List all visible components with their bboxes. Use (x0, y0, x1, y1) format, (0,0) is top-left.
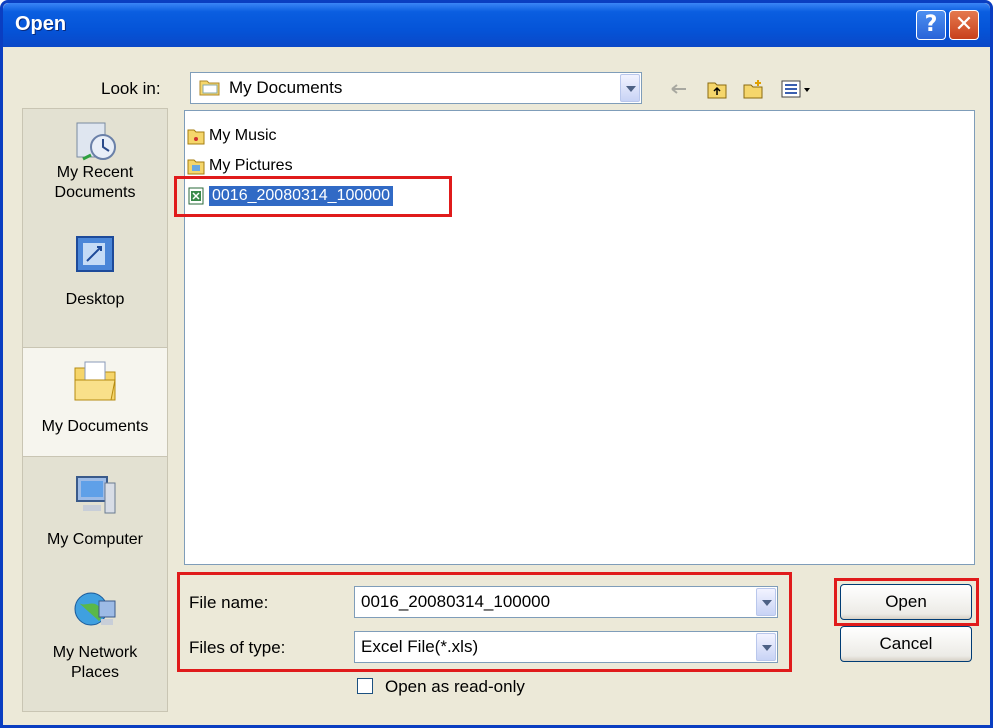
close-button[interactable]: ✕ (949, 10, 979, 40)
new-folder-icon[interactable] (742, 78, 764, 100)
readonly-checkbox[interactable] (357, 678, 373, 694)
help-button[interactable]: ? (916, 10, 946, 40)
place-label: Desktop (65, 291, 125, 308)
place-label: My Network Places (52, 644, 138, 681)
folder-pictures-icon (187, 157, 205, 175)
chevron-down-icon[interactable] (620, 74, 640, 102)
folder-music-icon (187, 127, 205, 145)
place-my-computer[interactable]: My Computer (23, 473, 167, 573)
up-folder-icon[interactable] (706, 78, 728, 100)
back-icon[interactable] (668, 78, 690, 100)
highlight-file-fields (177, 572, 792, 672)
window-title: Open (15, 13, 67, 35)
file-name: My Music (209, 127, 277, 144)
recent-documents-icon (71, 117, 119, 163)
place-my-documents[interactable]: My Documents (23, 347, 167, 457)
list-item[interactable]: My Pictures (187, 155, 293, 177)
desktop-icon (71, 233, 119, 279)
place-label: My Documents (41, 418, 149, 435)
place-label: My Computer (46, 531, 144, 548)
lookin-label: Look in: (101, 79, 161, 98)
readonly-label[interactable]: Open as read-only (385, 677, 525, 697)
title-bar[interactable]: Open ? ✕ (3, 3, 990, 47)
cancel-button[interactable]: Cancel (840, 626, 972, 662)
place-desktop[interactable]: Desktop (23, 233, 167, 325)
folder-icon (199, 78, 221, 96)
highlight-open-button (834, 578, 979, 626)
list-item[interactable]: My Music (187, 125, 277, 147)
views-menu-icon[interactable] (780, 78, 814, 100)
lookin-dropdown[interactable]: My Documents (190, 72, 642, 104)
lookin-value: My Documents (229, 78, 343, 97)
my-documents-icon (71, 358, 119, 404)
network-places-icon (71, 587, 119, 633)
my-computer-icon (71, 473, 119, 519)
highlight-selected-file (174, 176, 452, 217)
places-bar: My Recent Documents Desktop My Documents… (22, 108, 168, 712)
place-my-recent-documents[interactable]: My Recent Documents (23, 117, 167, 229)
place-label: My Recent Documents (54, 164, 136, 201)
file-name: My Pictures (209, 157, 293, 174)
place-my-network-places[interactable]: My Network Places (23, 587, 167, 697)
